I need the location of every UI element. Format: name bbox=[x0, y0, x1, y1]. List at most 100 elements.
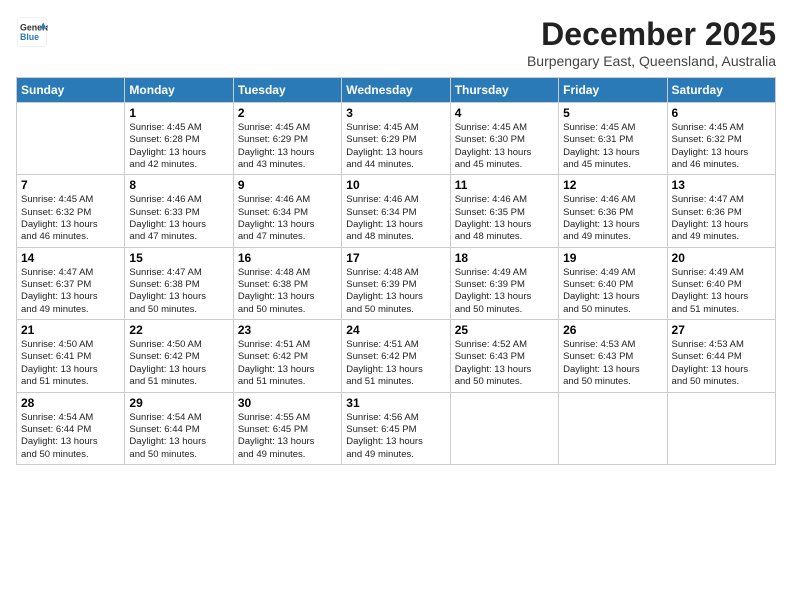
cell-info: Sunrise: 4:45 AMSunset: 6:28 PMDaylight:… bbox=[129, 122, 228, 171]
calendar-cell-w5-d1: 28 Sunrise: 4:54 AMSunset: 6:44 PMDayligh… bbox=[17, 392, 125, 464]
calendar-cell-w3-d7: 20Sunrise: 4:49 AMSunset: 6:40 PMDayligh… bbox=[667, 247, 775, 319]
calendar-week-1: 1 Sunrise: 4:45 AMSunset: 6:28 PMDaylight… bbox=[17, 103, 776, 175]
calendar-cell-w1-d3: 2 Sunrise: 4:45 AMSunset: 6:29 PMDaylight… bbox=[233, 103, 341, 175]
cell-info: Sunrise: 4:51 AMSunset: 6:42 PMDaylight:… bbox=[346, 339, 445, 388]
svg-text:Blue: Blue bbox=[20, 32, 39, 42]
calendar-cell-w1-d5: 4 Sunrise: 4:45 AMSunset: 6:30 PMDaylight… bbox=[450, 103, 558, 175]
calendar-cell-w1-d2: 1 Sunrise: 4:45 AMSunset: 6:28 PMDaylight… bbox=[125, 103, 233, 175]
day-number: 14 bbox=[21, 251, 120, 265]
cell-info: Sunrise: 4:47 AMSunset: 6:36 PMDaylight:… bbox=[672, 194, 771, 243]
day-number: 2 bbox=[238, 106, 337, 120]
calendar-week-2: 7 Sunrise: 4:45 AMSunset: 6:32 PMDaylight… bbox=[17, 175, 776, 247]
day-number: 12 bbox=[563, 178, 662, 192]
cell-info: Sunrise: 4:45 AMSunset: 6:32 PMDaylight:… bbox=[21, 194, 120, 243]
cell-info: Sunrise: 4:49 AMSunset: 6:39 PMDaylight:… bbox=[455, 267, 554, 316]
cell-info: Sunrise: 4:51 AMSunset: 6:42 PMDaylight:… bbox=[238, 339, 337, 388]
cell-info: Sunrise: 4:50 AMSunset: 6:41 PMDaylight:… bbox=[21, 339, 120, 388]
cell-info: Sunrise: 4:50 AMSunset: 6:42 PMDaylight:… bbox=[129, 339, 228, 388]
cell-info: Sunrise: 4:52 AMSunset: 6:43 PMDaylight:… bbox=[455, 339, 554, 388]
cell-info: Sunrise: 4:46 AMSunset: 6:33 PMDaylight:… bbox=[129, 194, 228, 243]
cell-info: Sunrise: 4:46 AMSunset: 6:34 PMDaylight:… bbox=[238, 194, 337, 243]
calendar-cell-w2-d2: 8Sunrise: 4:46 AMSunset: 6:33 PMDaylight… bbox=[125, 175, 233, 247]
logo-icon: General Blue bbox=[16, 16, 48, 48]
calendar-cell-w5-d4: 31Sunrise: 4:56 AMSunset: 6:45 PMDayligh… bbox=[342, 392, 450, 464]
day-number: 11 bbox=[455, 178, 554, 192]
calendar-cell-w3-d3: 16 Sunrise: 4:48 AMSunset: 6:38 PMDayligh… bbox=[233, 247, 341, 319]
calendar-cell-w5-d6 bbox=[559, 392, 667, 464]
day-number: 15 bbox=[129, 251, 228, 265]
calendar-cell-w1-d6: 5 Sunrise: 4:45 AMSunset: 6:31 PMDaylight… bbox=[559, 103, 667, 175]
calendar-cell-w4-d3: 23 Sunrise: 4:51 AMSunset: 6:42 PMDayligh… bbox=[233, 320, 341, 392]
calendar-cell-w4-d7: 27Sunrise: 4:53 AMSunset: 6:44 PMDayligh… bbox=[667, 320, 775, 392]
day-number: 10 bbox=[346, 178, 445, 192]
header-saturday: Saturday bbox=[667, 78, 775, 103]
day-number: 4 bbox=[455, 106, 554, 120]
calendar-header-row: Sunday Monday Tuesday Wednesday Thursday… bbox=[17, 78, 776, 103]
calendar-cell-w2-d6: 12Sunrise: 4:46 AMSunset: 6:36 PMDayligh… bbox=[559, 175, 667, 247]
cell-info: Sunrise: 4:49 AMSunset: 6:40 PMDaylight:… bbox=[563, 267, 662, 316]
calendar-week-4: 21 Sunrise: 4:50 AMSunset: 6:41 PMDayligh… bbox=[17, 320, 776, 392]
header-wednesday: Wednesday bbox=[342, 78, 450, 103]
cell-info: Sunrise: 4:45 AMSunset: 6:29 PMDaylight:… bbox=[346, 122, 445, 171]
cell-info: Sunrise: 4:55 AMSunset: 6:45 PMDaylight:… bbox=[238, 412, 337, 461]
day-number: 29 bbox=[129, 396, 228, 410]
calendar-cell-w4-d2: 22 Sunrise: 4:50 AMSunset: 6:42 PMDayligh… bbox=[125, 320, 233, 392]
calendar-cell-w3-d5: 18 Sunrise: 4:49 AMSunset: 6:39 PMDayligh… bbox=[450, 247, 558, 319]
day-number: 5 bbox=[563, 106, 662, 120]
day-number: 9 bbox=[238, 178, 337, 192]
cell-info: Sunrise: 4:54 AMSunset: 6:44 PMDaylight:… bbox=[21, 412, 120, 461]
day-number: 31 bbox=[346, 396, 445, 410]
day-number: 25 bbox=[455, 323, 554, 337]
day-number: 23 bbox=[238, 323, 337, 337]
cell-info: Sunrise: 4:54 AMSunset: 6:44 PMDaylight:… bbox=[129, 412, 228, 461]
calendar-cell-w5-d3: 30 Sunrise: 4:55 AMSunset: 6:45 PMDayligh… bbox=[233, 392, 341, 464]
cell-info: Sunrise: 4:48 AMSunset: 6:39 PMDaylight:… bbox=[346, 267, 445, 316]
cell-info: Sunrise: 4:53 AMSunset: 6:43 PMDaylight:… bbox=[563, 339, 662, 388]
calendar-cell-w1-d1 bbox=[17, 103, 125, 175]
calendar-week-3: 14 Sunrise: 4:47 AMSunset: 6:37 PMDayligh… bbox=[17, 247, 776, 319]
calendar-cell-w2-d3: 9 Sunrise: 4:46 AMSunset: 6:34 PMDaylight… bbox=[233, 175, 341, 247]
calendar-cell-w2-d1: 7 Sunrise: 4:45 AMSunset: 6:32 PMDaylight… bbox=[17, 175, 125, 247]
header-thursday: Thursday bbox=[450, 78, 558, 103]
day-number: 21 bbox=[21, 323, 120, 337]
cell-info: Sunrise: 4:45 AMSunset: 6:31 PMDaylight:… bbox=[563, 122, 662, 171]
cell-info: Sunrise: 4:47 AMSunset: 6:37 PMDaylight:… bbox=[21, 267, 120, 316]
day-number: 16 bbox=[238, 251, 337, 265]
day-number: 3 bbox=[346, 106, 445, 120]
calendar-cell-w3-d2: 15Sunrise: 4:47 AMSunset: 6:38 PMDayligh… bbox=[125, 247, 233, 319]
calendar-cell-w4-d5: 25 Sunrise: 4:52 AMSunset: 6:43 PMDayligh… bbox=[450, 320, 558, 392]
cell-info: Sunrise: 4:45 AMSunset: 6:29 PMDaylight:… bbox=[238, 122, 337, 171]
day-number: 19 bbox=[563, 251, 662, 265]
calendar-cell-w5-d2: 29 Sunrise: 4:54 AMSunset: 6:44 PMDayligh… bbox=[125, 392, 233, 464]
calendar-cell-w4-d1: 21 Sunrise: 4:50 AMSunset: 6:41 PMDayligh… bbox=[17, 320, 125, 392]
day-number: 20 bbox=[672, 251, 771, 265]
calendar-cell-w1-d4: 3 Sunrise: 4:45 AMSunset: 6:29 PMDaylight… bbox=[342, 103, 450, 175]
calendar-cell-w3-d4: 17 Sunrise: 4:48 AMSunset: 6:39 PMDayligh… bbox=[342, 247, 450, 319]
day-number: 30 bbox=[238, 396, 337, 410]
day-number: 22 bbox=[129, 323, 228, 337]
cell-info: Sunrise: 4:45 AMSunset: 6:30 PMDaylight:… bbox=[455, 122, 554, 171]
calendar-table: Sunday Monday Tuesday Wednesday Thursday… bbox=[16, 77, 776, 465]
calendar-cell-w1-d7: 6Sunrise: 4:45 AMSunset: 6:32 PMDaylight… bbox=[667, 103, 775, 175]
page-header: General Blue December 2025 Burpengary Ea… bbox=[16, 16, 776, 69]
day-number: 18 bbox=[455, 251, 554, 265]
cell-info: Sunrise: 4:46 AMSunset: 6:35 PMDaylight:… bbox=[455, 194, 554, 243]
day-number: 17 bbox=[346, 251, 445, 265]
day-number: 28 bbox=[21, 396, 120, 410]
cell-info: Sunrise: 4:45 AMSunset: 6:32 PMDaylight:… bbox=[672, 122, 771, 171]
logo: General Blue bbox=[16, 16, 48, 48]
calendar-cell-w4-d4: 24Sunrise: 4:51 AMSunset: 6:42 PMDayligh… bbox=[342, 320, 450, 392]
cell-info: Sunrise: 4:48 AMSunset: 6:38 PMDaylight:… bbox=[238, 267, 337, 316]
day-number: 13 bbox=[672, 178, 771, 192]
calendar-cell-w2-d4: 10Sunrise: 4:46 AMSunset: 6:34 PMDayligh… bbox=[342, 175, 450, 247]
header-monday: Monday bbox=[125, 78, 233, 103]
calendar-week-5: 28 Sunrise: 4:54 AMSunset: 6:44 PMDayligh… bbox=[17, 392, 776, 464]
header-friday: Friday bbox=[559, 78, 667, 103]
day-number: 26 bbox=[563, 323, 662, 337]
calendar-cell-w5-d7 bbox=[667, 392, 775, 464]
cell-info: Sunrise: 4:53 AMSunset: 6:44 PMDaylight:… bbox=[672, 339, 771, 388]
calendar-cell-w5-d5 bbox=[450, 392, 558, 464]
location: Burpengary East, Queensland, Australia bbox=[527, 53, 776, 69]
day-number: 1 bbox=[129, 106, 228, 120]
day-number: 7 bbox=[21, 178, 120, 192]
